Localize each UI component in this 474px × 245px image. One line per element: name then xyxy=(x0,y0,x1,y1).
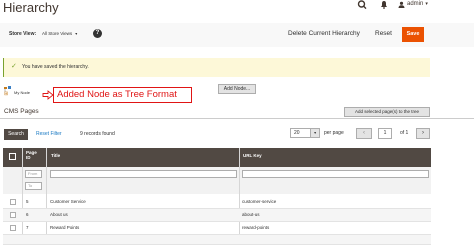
page-id-to-filter[interactable]: To xyxy=(25,182,42,190)
annotation-text: Added Node as Tree Format xyxy=(57,89,177,100)
store-view-switcher[interactable]: All Store Views ▾ xyxy=(42,31,77,36)
add-selected-pages-button[interactable]: Add selected page(s) to the tree xyxy=(344,107,430,117)
success-message-text: You have saved the hierarchy. xyxy=(22,64,89,70)
add-node-button[interactable]: Add Node... xyxy=(218,84,256,94)
row-page-id: 6 xyxy=(26,212,29,217)
per-page-select[interactable]: 20 ▾ xyxy=(290,128,320,138)
chevron-down-icon: ▾ xyxy=(75,31,78,36)
user-menu[interactable]: admin ▾ xyxy=(398,0,428,8)
row-title: Reward Points xyxy=(50,225,80,230)
per-page-label: per page xyxy=(324,130,344,136)
checkmark-icon: ✓ xyxy=(11,63,17,70)
row-url-key: reward-points xyxy=(242,225,270,230)
store-view-label: Store View: xyxy=(9,31,37,37)
column-header-page-id[interactable]: Page ID xyxy=(26,150,38,160)
tree-node-label[interactable]: My Node xyxy=(14,90,30,95)
search-icon[interactable] xyxy=(357,0,369,9)
user-name: admin xyxy=(407,1,424,7)
chevron-down-icon: ▾ xyxy=(425,1,428,7)
next-page-button[interactable]: › xyxy=(416,128,430,139)
row-page-id: 5 xyxy=(26,199,29,204)
bell-icon[interactable] xyxy=(379,0,389,9)
row-checkbox[interactable] xyxy=(10,225,16,231)
user-icon xyxy=(398,1,405,8)
column-header-url-key[interactable]: URL Key xyxy=(243,153,262,158)
page-total: of 1 xyxy=(400,130,409,136)
table-row[interactable] xyxy=(3,235,431,245)
reset-filter-link[interactable]: Reset Filter xyxy=(36,131,62,137)
title-filter[interactable] xyxy=(50,170,237,178)
row-checkbox[interactable] xyxy=(10,212,16,218)
row-title: Customer Service xyxy=(50,199,86,204)
search-button[interactable]: Search xyxy=(4,129,28,140)
row-page-id: 7 xyxy=(26,225,29,230)
page-number-input[interactable]: 1 xyxy=(378,128,392,139)
row-url-key: about-us xyxy=(242,212,260,217)
records-found-count: 9 records found xyxy=(80,131,115,137)
select-all-checkbox[interactable] xyxy=(9,153,16,160)
row-title: About us xyxy=(50,212,68,217)
per-page-value: 20 xyxy=(294,130,300,136)
row-url-key: customer-service xyxy=(242,199,277,204)
tree-node-icon: ⊞ xyxy=(4,91,9,97)
url-key-filter[interactable] xyxy=(242,170,429,178)
chevron-down-icon[interactable]: ▾ xyxy=(310,129,319,137)
save-button[interactable]: Save xyxy=(402,27,424,42)
store-view-value: All Store Views xyxy=(42,31,73,36)
column-header-title[interactable]: Title xyxy=(51,153,60,158)
previous-page-button[interactable]: ‹ xyxy=(356,128,372,139)
section-divider xyxy=(0,118,474,119)
reset-button[interactable]: Reset xyxy=(375,30,392,37)
delete-hierarchy-button[interactable]: Delete Current Hierarchy xyxy=(288,30,360,37)
page-title: Hierarchy xyxy=(3,0,59,15)
help-icon[interactable]: ? xyxy=(93,29,102,38)
section-title: CMS Pages xyxy=(4,108,39,115)
row-checkbox[interactable] xyxy=(10,199,16,205)
grid-header-row xyxy=(3,148,431,167)
page-id-from-filter[interactable]: From xyxy=(25,170,42,178)
